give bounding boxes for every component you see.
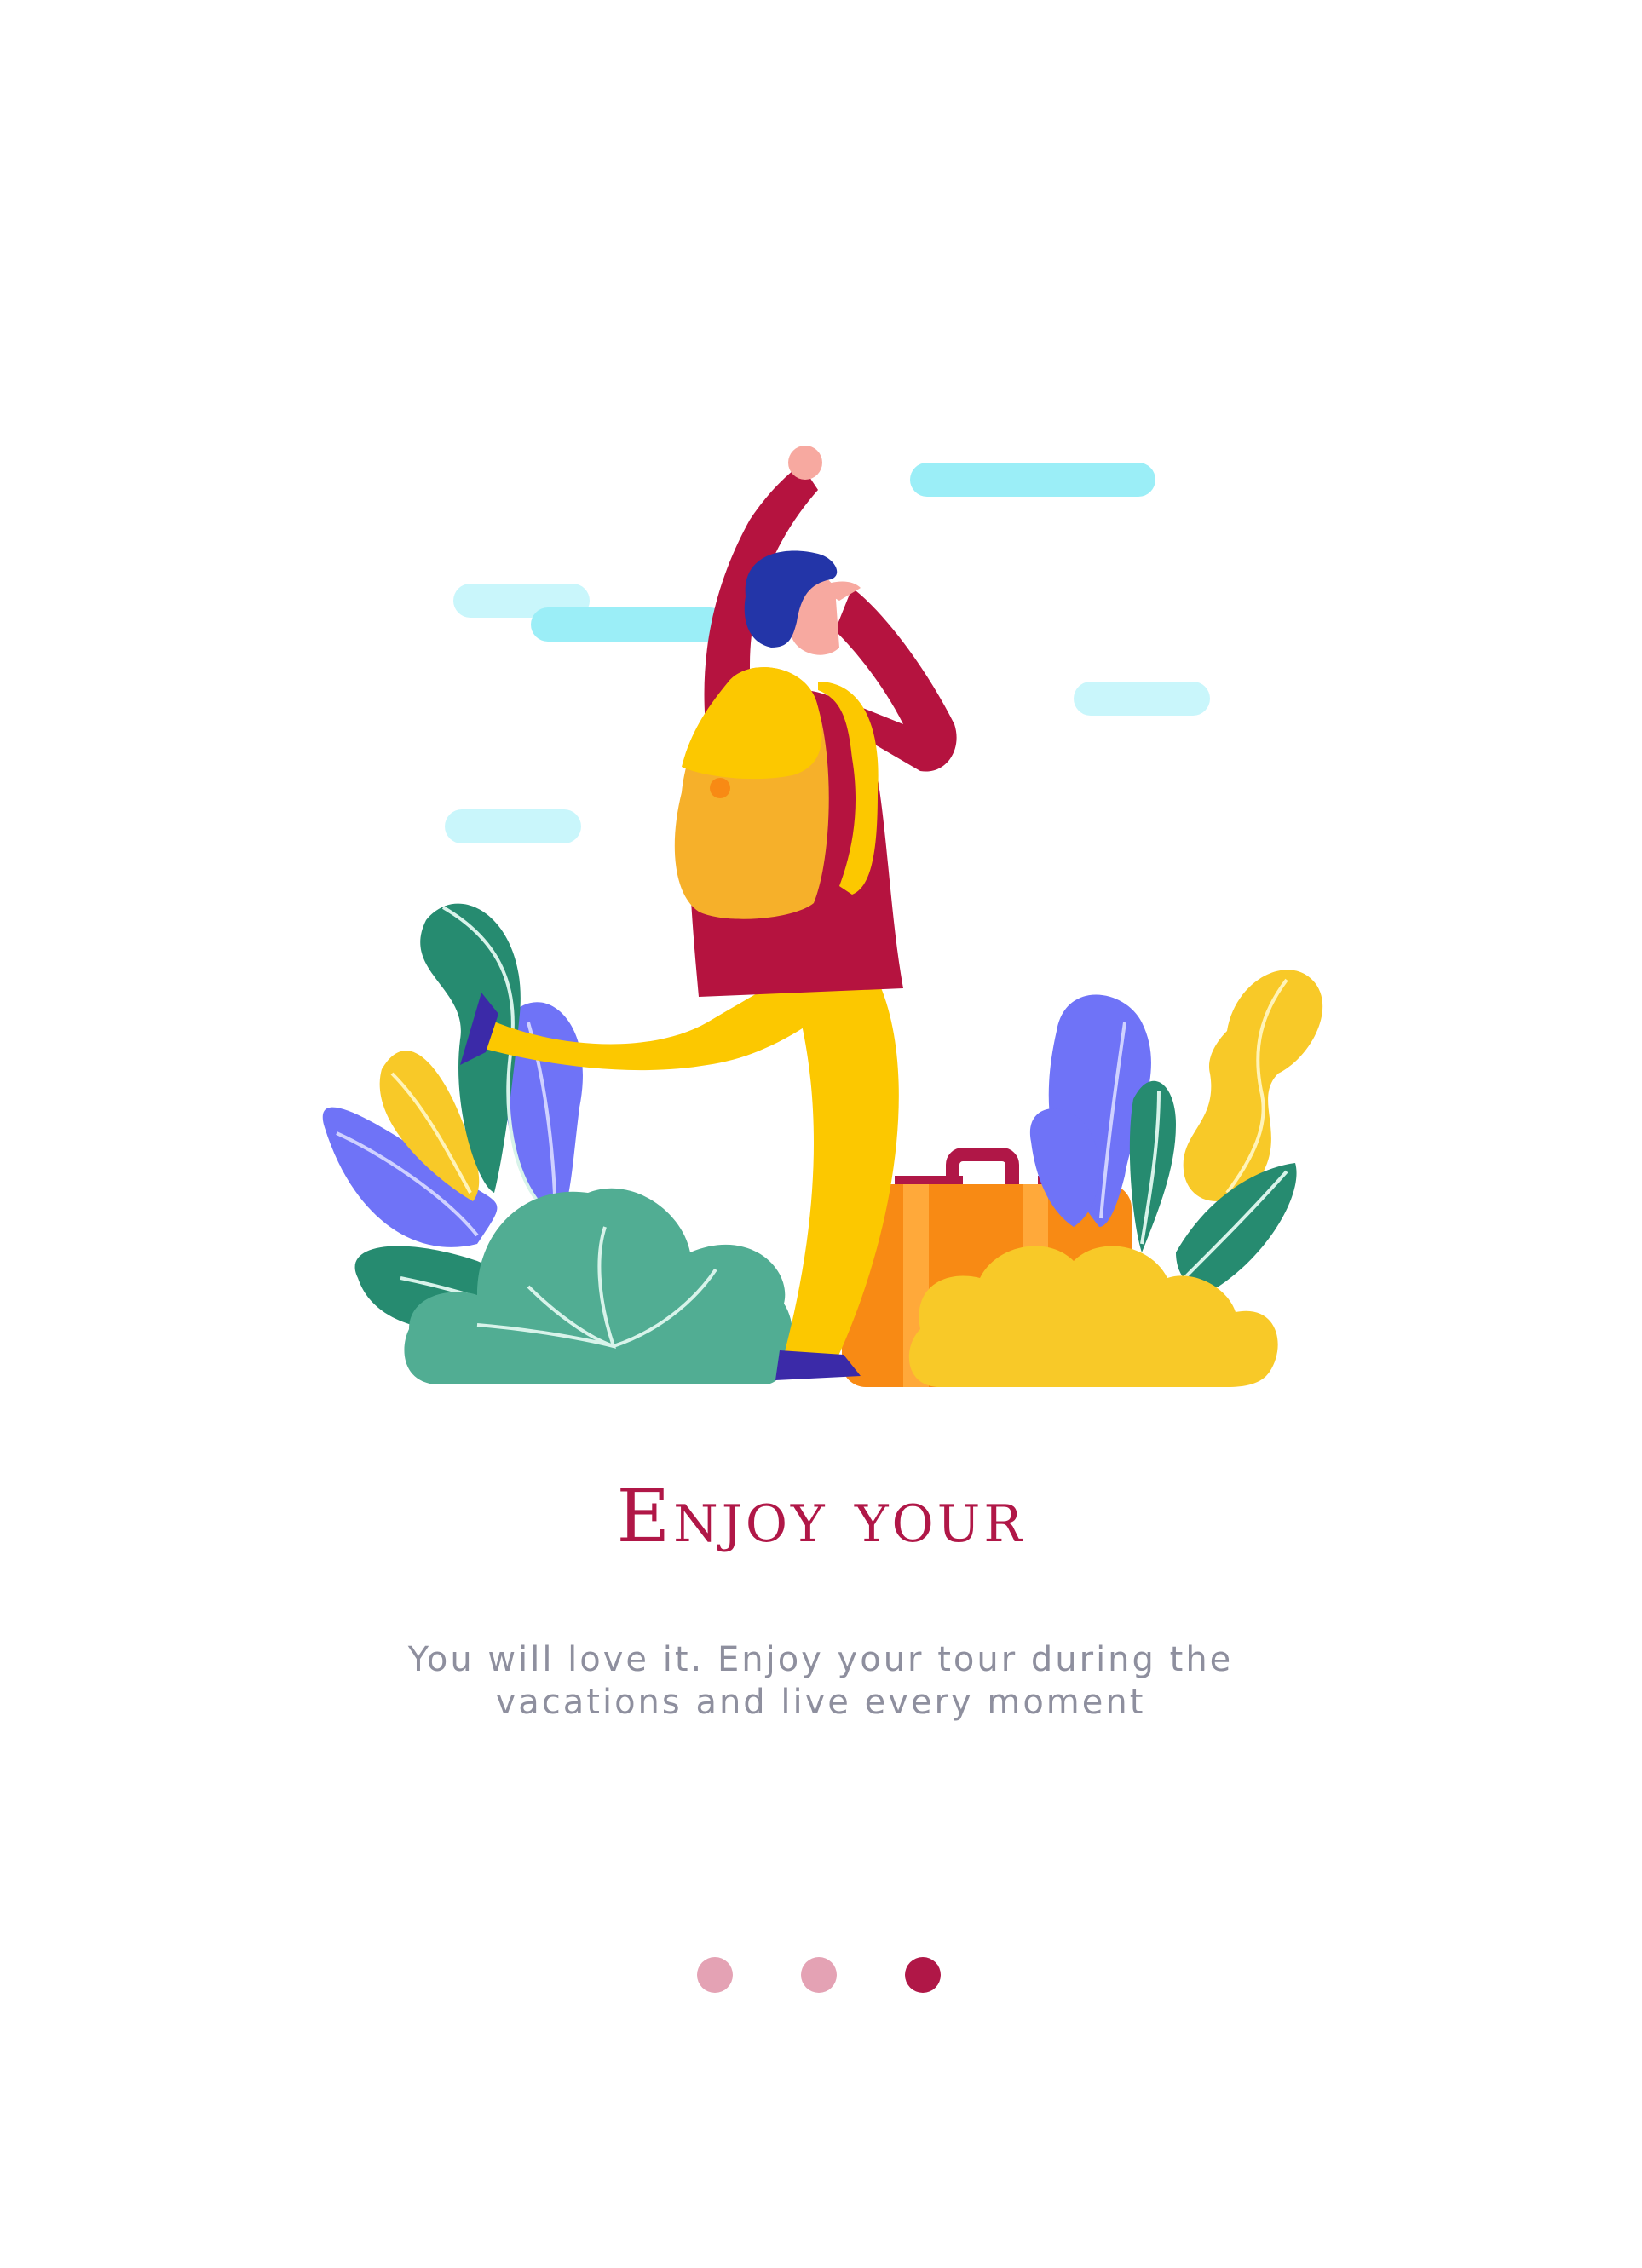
pagination-dot-3[interactable] [905, 1957, 941, 1993]
page-title: Enjoy your [616, 1474, 1026, 1559]
pagination-dot-1[interactable] [697, 1957, 733, 1993]
right-foliage [908, 970, 1323, 1387]
pagination-dot-2[interactable] [801, 1957, 837, 1993]
pagination-dots [0, 1957, 1642, 1995]
traveler-illustration [322, 446, 1323, 1387]
page-subtitle: You will love it. Enjoy your tour during… [407, 1640, 1234, 1722]
onboarding-screen: Enjoy your You will love it. Enjoy your … [0, 0, 1642, 2268]
